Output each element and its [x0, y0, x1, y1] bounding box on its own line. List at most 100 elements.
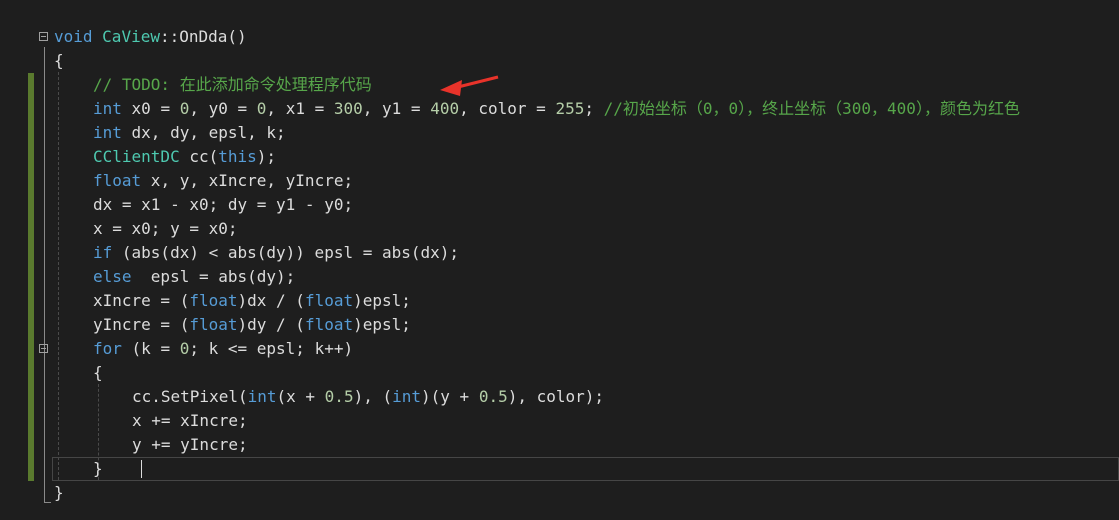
change-indicator [28, 289, 34, 313]
change-indicator [28, 385, 34, 409]
code-line[interactable]: void CaView::OnDda() [0, 25, 1119, 49]
code-token: int [247, 387, 277, 406]
text-cursor [141, 460, 142, 478]
code-token: { [93, 363, 103, 382]
code-token: epsl = abs(dy); [131, 267, 296, 286]
code-text: xIncre = (float)dx / (float)epsl; [93, 289, 411, 313]
code-token: if [93, 243, 113, 262]
code-token: )(y + [421, 387, 479, 406]
change-indicator [28, 121, 34, 145]
code-text: { [93, 361, 103, 385]
change-indicator [28, 361, 34, 385]
code-token: dx = x1 - x0; dy = y1 - y0; [93, 195, 354, 214]
code-token: ), ( [353, 387, 393, 406]
change-indicator [28, 193, 34, 217]
code-token: int [93, 123, 122, 142]
code-token: CClientDC [93, 147, 180, 166]
code-token: } [54, 483, 64, 502]
change-indicator [28, 217, 34, 241]
code-token: x, y, xIncre, yIncre; [141, 171, 354, 190]
change-indicator [28, 145, 34, 169]
code-line[interactable]: x = x0; y = x0; [0, 217, 1119, 241]
code-text: x += xIncre; [132, 409, 248, 433]
code-line[interactable]: } [0, 481, 1119, 505]
code-token: void [54, 27, 103, 46]
code-line[interactable]: xIncre = (float)dx / (float)epsl; [0, 289, 1119, 313]
code-text: yIncre = (float)dy / (float)epsl; [93, 313, 411, 337]
code-token: )dy / ( [237, 315, 305, 334]
code-token: this [218, 147, 257, 166]
code-text: x = x0; y = x0; [93, 217, 238, 241]
code-token: 0 [179, 339, 190, 358]
code-editor[interactable]: void CaView::OnDda(){// TODO: 在此添加命令处理程序… [0, 0, 1119, 520]
code-text: y += yIncre; [132, 433, 248, 457]
change-indicator [28, 313, 34, 337]
code-line[interactable]: else epsl = abs(dy); [0, 265, 1119, 289]
code-line[interactable]: { [0, 49, 1119, 73]
code-token: ), color); [507, 387, 605, 406]
code-token: 255 [555, 99, 585, 118]
code-token: )dx / ( [237, 291, 305, 310]
change-indicator [28, 169, 34, 193]
code-token: y += yIncre; [132, 435, 248, 454]
code-token: float [189, 291, 238, 310]
code-line[interactable]: yIncre = (float)dy / (float)epsl; [0, 313, 1119, 337]
code-text: for (k = 0; k <= epsl; k++) [93, 337, 353, 361]
code-text: else epsl = abs(dy); [93, 265, 295, 289]
code-token: } [93, 459, 103, 478]
code-token: 300 [333, 99, 363, 118]
code-token: ::OnDda() [159, 27, 247, 46]
change-indicator [28, 457, 34, 481]
code-token: int [93, 99, 122, 118]
code-token: ; k <= epsl; k++) [189, 339, 354, 358]
code-line[interactable]: y += yIncre; [0, 433, 1119, 457]
code-line[interactable]: if (abs(dx) < abs(dy)) epsl = abs(dx); [0, 241, 1119, 265]
code-line[interactable]: float x, y, xIncre, yIncre; [0, 169, 1119, 193]
change-indicator [28, 97, 34, 121]
code-token: cc( [179, 147, 219, 166]
code-token: xIncre = ( [93, 291, 190, 310]
code-line[interactable]: for (k = 0; k <= epsl; k++) [0, 337, 1119, 361]
code-line[interactable]: // TODO: 在此添加命令处理程序代码 [0, 73, 1119, 97]
code-text: CClientDC cc(this); [93, 145, 276, 169]
code-text: int dx, dy, epsl, k; [93, 121, 286, 145]
change-indicator [28, 433, 34, 457]
collapse-toggle-icon[interactable] [39, 32, 48, 41]
annotation-arrow [440, 75, 499, 96]
code-token: int [392, 387, 422, 406]
code-token: 0 [256, 99, 267, 118]
change-indicator [28, 73, 34, 97]
code-line[interactable]: CClientDC cc(this); [0, 145, 1119, 169]
code-text: int x0 = 0, y0 = 0, x1 = 300, y1 = 400, … [93, 97, 1020, 121]
code-line[interactable]: int dx, dy, epsl, k; [0, 121, 1119, 145]
code-token: dx, dy, epsl, k; [121, 123, 286, 142]
code-text: { [54, 49, 64, 73]
code-line[interactable]: { [0, 361, 1119, 385]
code-token: ; [584, 99, 604, 118]
code-line[interactable]: cc.SetPixel(int(x + 0.5), (int)(y + 0.5)… [0, 385, 1119, 409]
current-line-highlight [52, 457, 1119, 481]
code-token: )epsl; [353, 315, 411, 334]
code-line[interactable]: x += xIncre; [0, 409, 1119, 433]
change-indicator [28, 241, 34, 265]
collapse-toggle-icon[interactable] [39, 344, 48, 353]
code-token: float [304, 315, 354, 334]
code-text: dx = x1 - x0; dy = y1 - y0; [93, 193, 353, 217]
code-token: yIncre = ( [93, 315, 190, 334]
code-line[interactable]: int x0 = 0, y0 = 0, x1 = 300, y1 = 400, … [0, 97, 1119, 121]
code-line[interactable]: dx = x1 - x0; dy = y1 - y0; [0, 193, 1119, 217]
code-token: , y0 = [189, 99, 257, 118]
code-token: float [93, 171, 142, 190]
code-token: , y1 = [362, 99, 431, 118]
code-token: x += xIncre; [132, 411, 248, 430]
code-token: , x1 = [266, 99, 334, 118]
code-token: )epsl; [353, 291, 411, 310]
code-token: (x + [276, 387, 325, 406]
code-token: x0 = [121, 99, 180, 118]
change-indicator [28, 409, 34, 433]
code-text: } [93, 457, 103, 481]
code-token: //初始坐标（0，0），终止坐标（300，400），颜色为红色 [603, 99, 1020, 118]
code-token: for [93, 339, 122, 358]
code-line[interactable]: } [0, 457, 1119, 481]
code-token: else [93, 267, 132, 286]
